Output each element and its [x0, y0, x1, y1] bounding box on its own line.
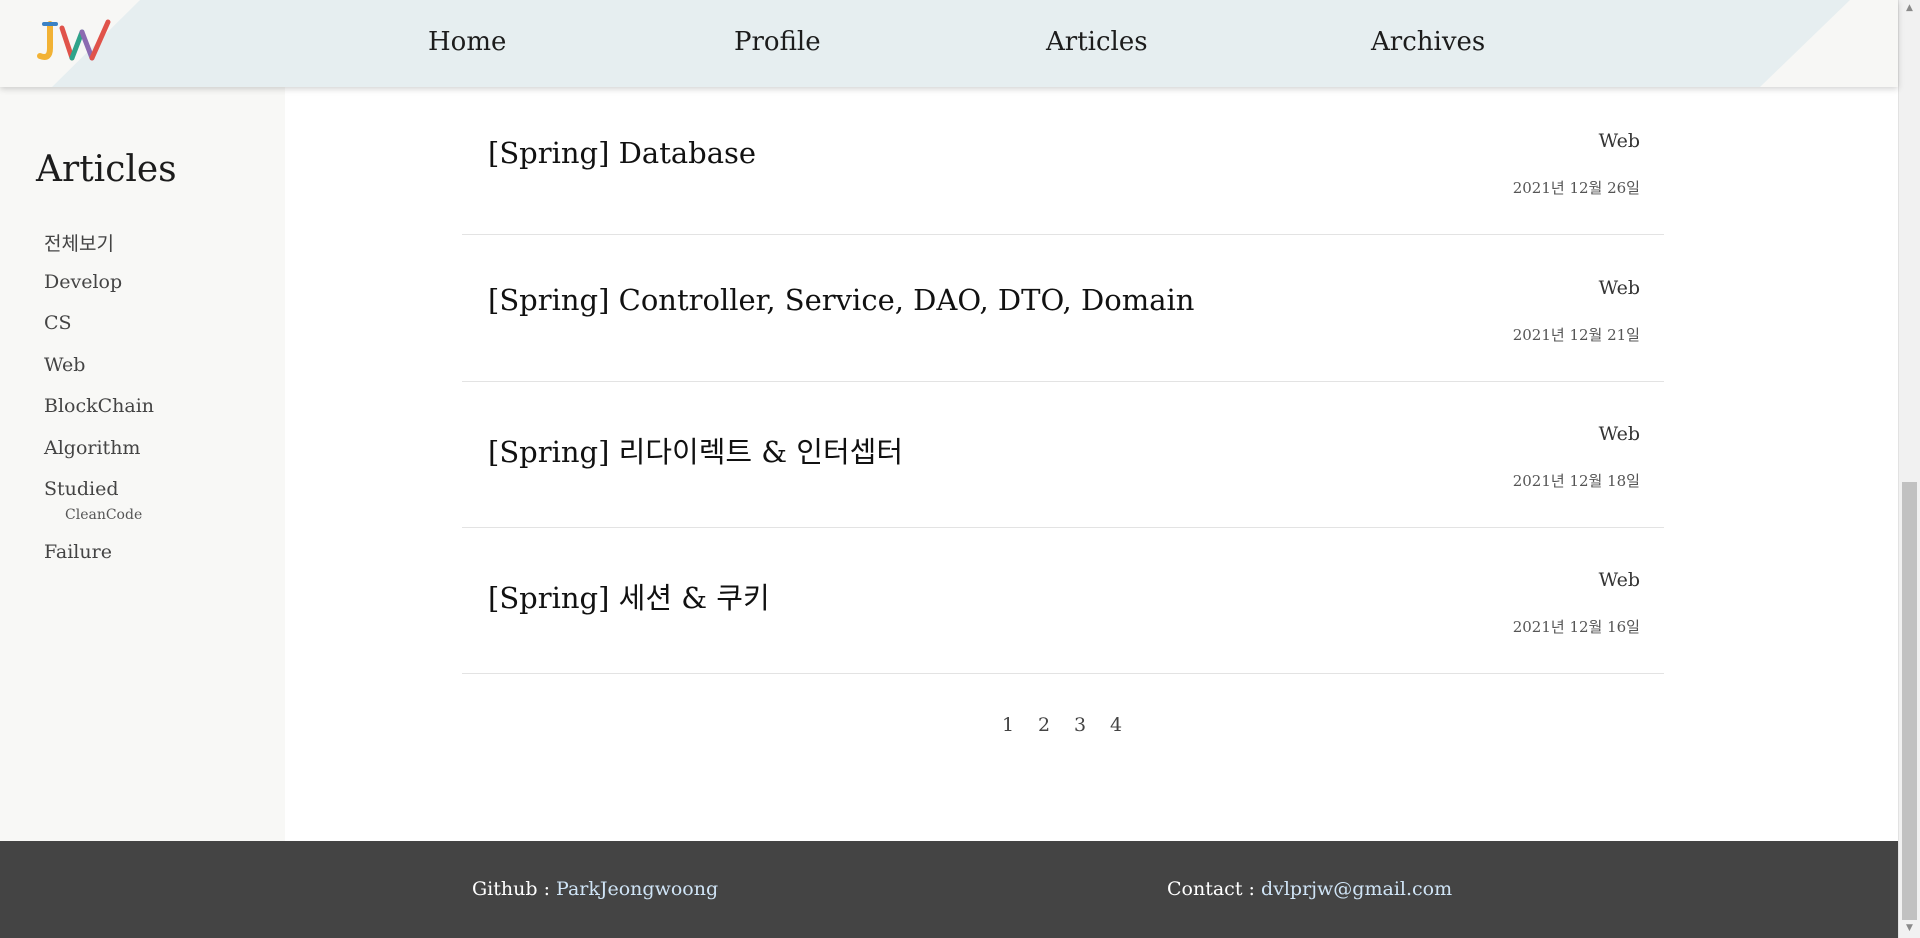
nav-profile[interactable]: Profile	[734, 22, 821, 62]
article-category: Web	[1598, 569, 1640, 591]
sidebar-item-develop[interactable]: Develop	[44, 271, 122, 293]
top-header: Home Profile Articles Archives	[0, 0, 1898, 87]
article-category: Web	[1598, 277, 1640, 299]
article-item[interactable]: [Spring] Database Web 2021년 12월 26일	[462, 88, 1664, 235]
arrow-down-icon[interactable]: ▼	[1899, 920, 1920, 937]
contact-email-link[interactable]: dvlprjw@gmail.com	[1261, 878, 1452, 900]
article-date: 2021년 12월 21일	[1512, 326, 1640, 344]
footer: Github : ParkJeongwoong Contact : dvlprj…	[0, 841, 1898, 938]
footer-contact: Contact : dvlprjw@gmail.com	[1167, 878, 1452, 900]
page-link-4[interactable]: 4	[1110, 714, 1146, 736]
article-title[interactable]: [Spring] Database	[488, 136, 756, 170]
sidebar-item-web[interactable]: Web	[44, 354, 85, 376]
nav-articles[interactable]: Articles	[1046, 22, 1148, 62]
article-item[interactable]: [Spring] Controller, Service, DAO, DTO, …	[462, 235, 1664, 382]
page-link-3[interactable]: 3	[1074, 714, 1110, 736]
page-link-2[interactable]: 2	[1038, 714, 1074, 736]
scrollbar-thumb[interactable]	[1902, 482, 1917, 920]
sidebar-subitem-cleancode[interactable]: CleanCode	[65, 507, 142, 523]
article-item[interactable]: [Spring] 세션 & 쿠키 Web 2021년 12월 16일	[462, 527, 1664, 674]
page-scrollbar[interactable]: ▲ ▼	[1898, 0, 1920, 938]
article-title[interactable]: [Spring] Controller, Service, DAO, DTO, …	[488, 283, 1194, 317]
arrow-up-icon[interactable]: ▲	[1899, 0, 1920, 17]
article-item[interactable]: [Spring] 리다이렉트 & 인터셉터 Web 2021년 12월 18일	[462, 381, 1664, 528]
article-category: Web	[1598, 130, 1640, 152]
sidebar-item-all[interactable]: 전체보기	[44, 229, 114, 256]
article-title[interactable]: [Spring] 리다이렉트 & 인터셉터	[488, 429, 903, 471]
sidebar-item-cs[interactable]: CS	[44, 312, 72, 334]
sidebar-item-blockchain[interactable]: BlockChain	[44, 395, 154, 417]
category-sidebar: Articles 전체보기 Develop CS Web BlockChain …	[0, 87, 285, 841]
article-date: 2021년 12월 16일	[1512, 618, 1640, 636]
sidebar-item-algorithm[interactable]: Algorithm	[44, 437, 140, 459]
jw-logo-icon[interactable]	[36, 18, 116, 66]
sidebar-item-failure[interactable]: Failure	[44, 541, 112, 563]
footer-github: Github : ParkJeongwoong	[472, 878, 718, 900]
github-link[interactable]: ParkJeongwoong	[556, 878, 718, 900]
header-band	[0, 0, 1850, 87]
article-title[interactable]: [Spring] 세션 & 쿠키	[488, 575, 770, 617]
nav-home[interactable]: Home	[428, 22, 506, 62]
footer-github-label: Github :	[472, 878, 557, 900]
pagination: 1 2 3 4	[1002, 714, 1146, 736]
nav-archives[interactable]: Archives	[1371, 22, 1485, 62]
footer-contact-label: Contact :	[1167, 878, 1261, 900]
sidebar-title: Articles	[36, 149, 177, 190]
page-link-1[interactable]: 1	[1002, 714, 1038, 736]
article-category: Web	[1598, 423, 1640, 445]
sidebar-item-studied[interactable]: Studied	[44, 478, 119, 500]
article-date: 2021년 12월 18일	[1512, 472, 1640, 490]
article-date: 2021년 12월 26일	[1512, 179, 1640, 197]
